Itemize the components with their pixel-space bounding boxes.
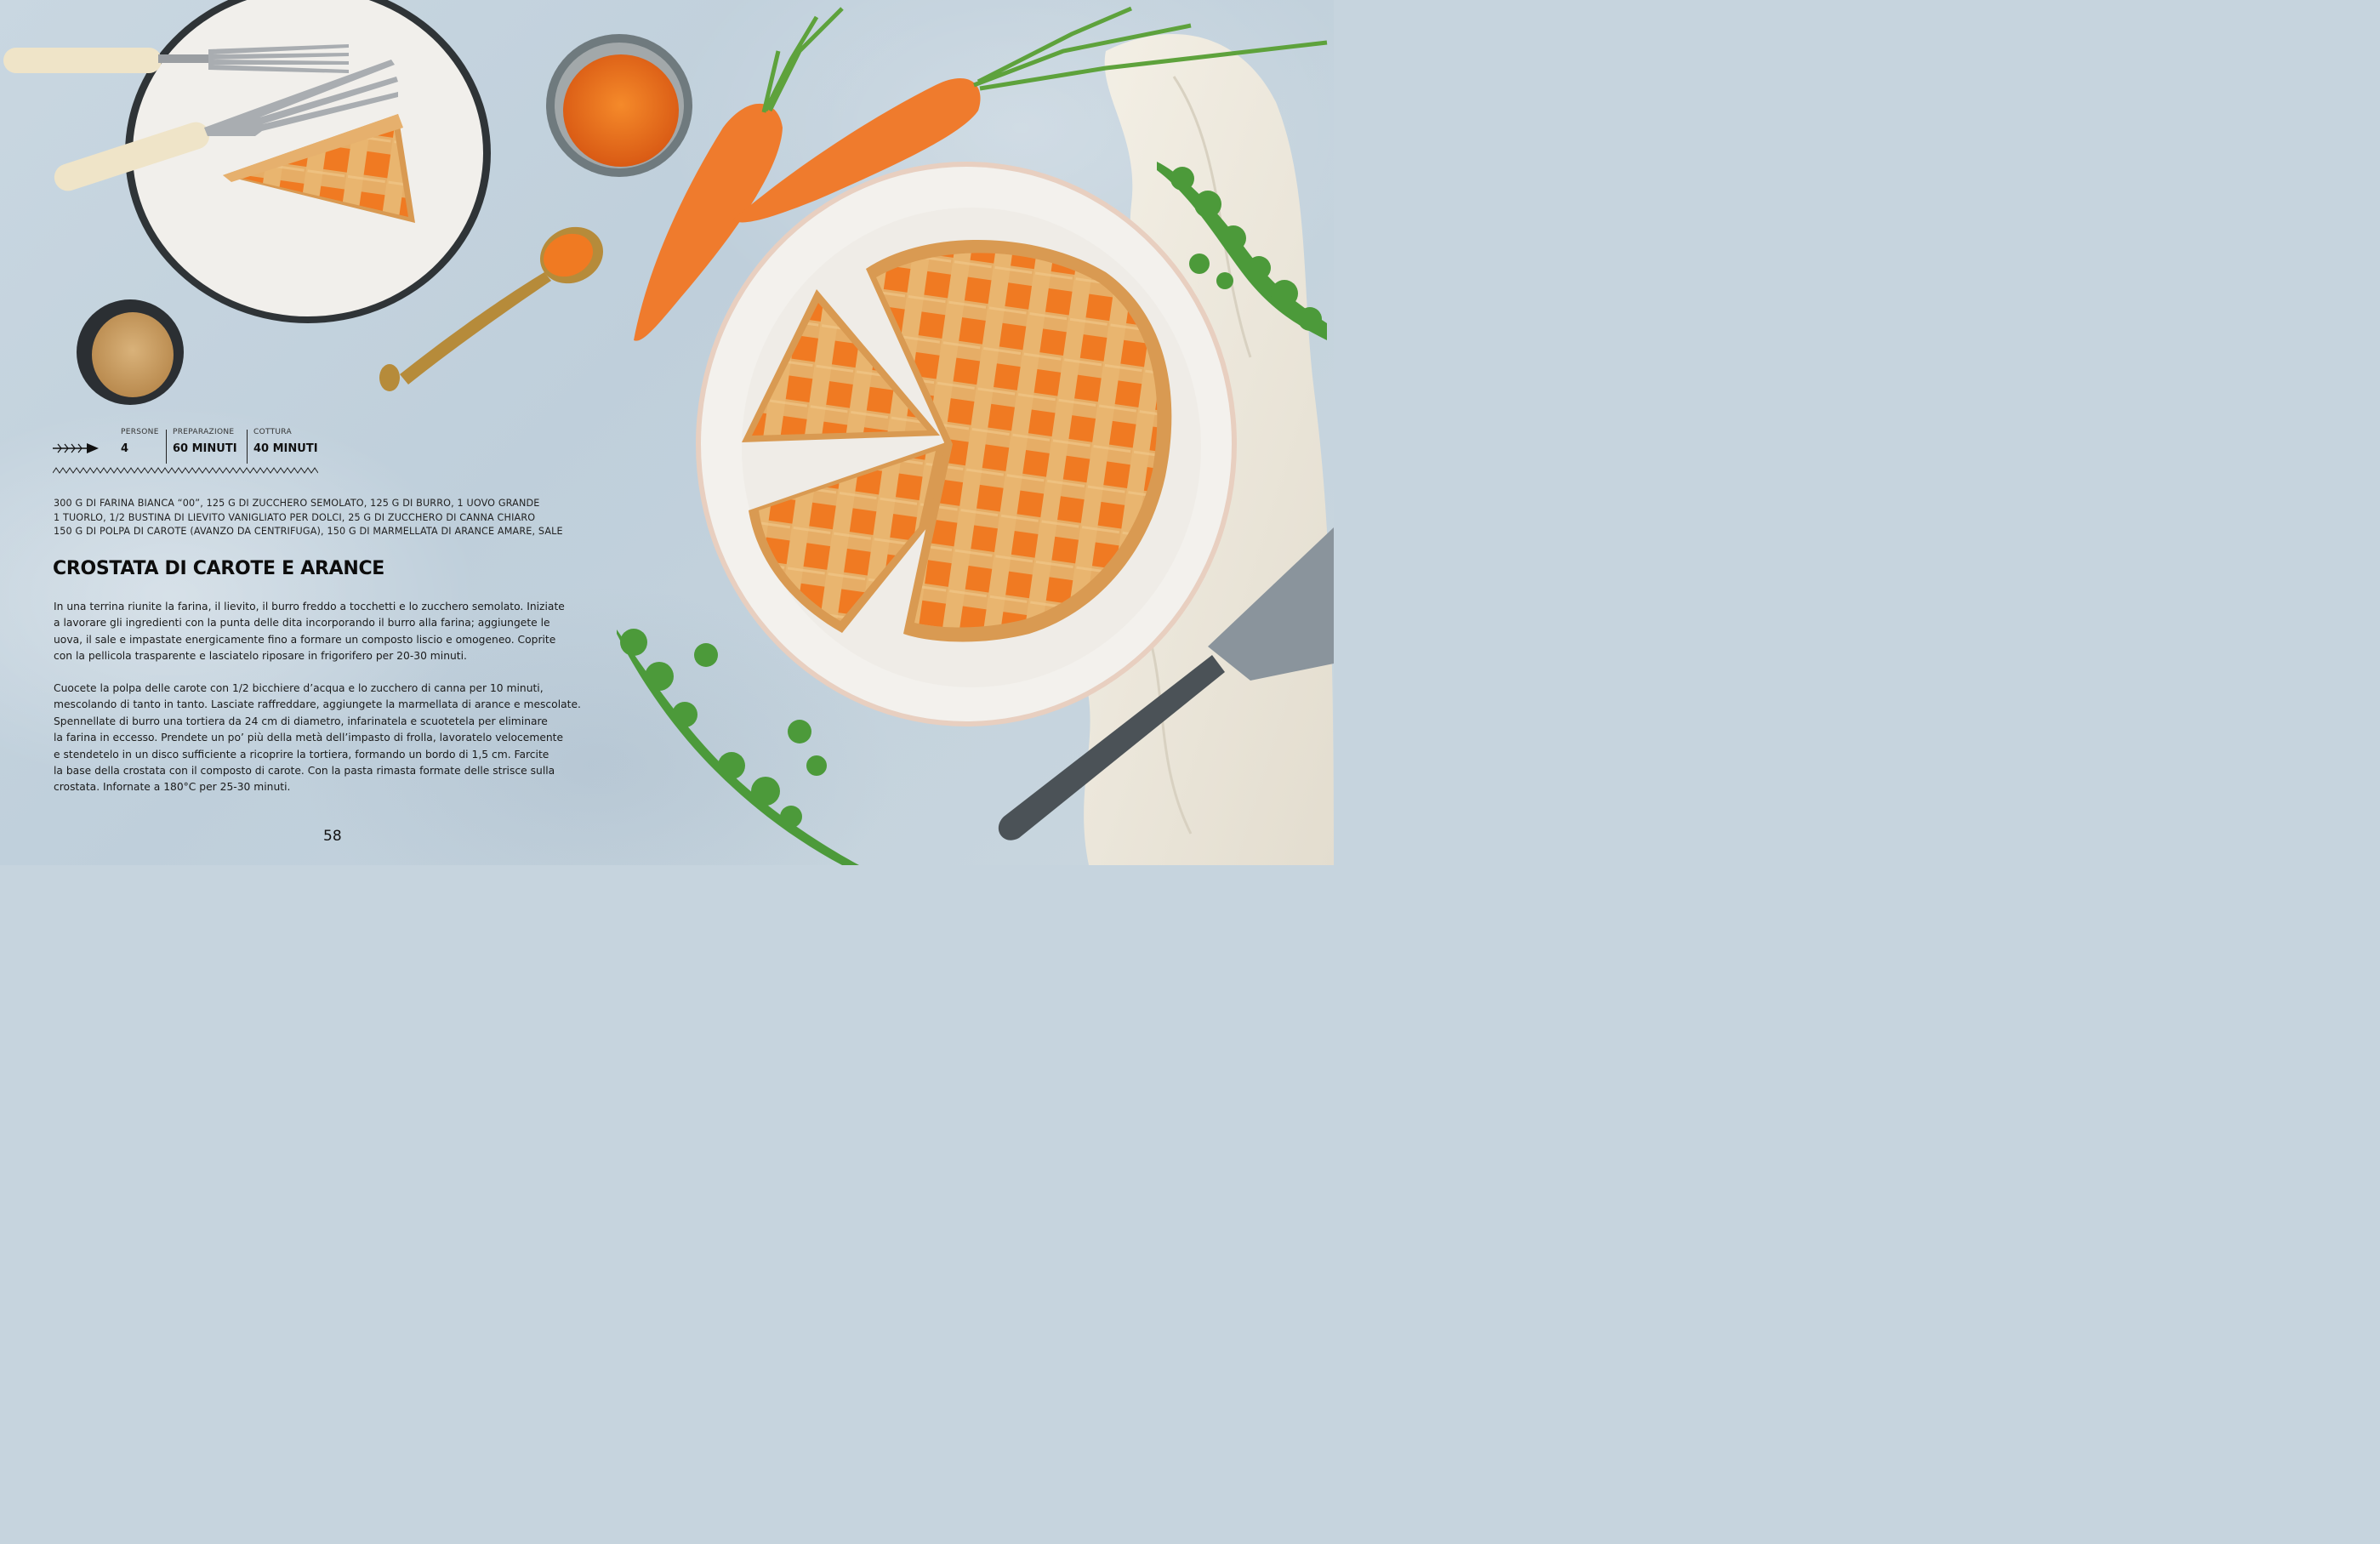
ingredients-line: 300 G DI FARINA BIANCA “00”, 125 G DI ZU… <box>54 498 540 509</box>
ingredients-list: 300 G DI FARINA BIANCA “00”, 125 G DI ZU… <box>54 497 641 539</box>
preparazione-value: 60 MINUTI <box>173 442 237 455</box>
meta-cottura: COTTURA 40 MINUTI <box>253 428 318 455</box>
zigzag-divider-icon <box>53 467 318 474</box>
cottura-label: COTTURA <box>253 428 292 436</box>
paragraph-line: e stendetelo in un disco sufficiente a r… <box>54 748 549 761</box>
paragraph-line: In una terrina riunite la farina, il lie… <box>54 601 565 612</box>
paragraph-line: uova, il sale e impastate energicamente … <box>54 633 556 646</box>
sugar-bowl <box>77 299 184 405</box>
page-number: 58 <box>323 828 342 845</box>
meta-preparazione: PREPARAZIONE 60 MINUTI <box>173 428 237 455</box>
meta-divider <box>166 430 167 464</box>
ingredients-line: 150 G DI POLPA DI CAROTE (AVANZO DA CENT… <box>54 526 563 537</box>
meta-persone: PERSONE 4 <box>121 428 159 455</box>
instructions-paragraph-2: Cuocete la polpa delle carote con 1/2 bi… <box>54 681 632 796</box>
paragraph-line: mescolando di tanto in tanto. Lasciate r… <box>54 698 581 711</box>
paragraph-line: Spennellate di burro una tortiera da 24 … <box>54 715 548 727</box>
paragraph-line: crostata. Infornate a 180°C per 25-30 mi… <box>54 781 291 794</box>
preparazione-label: PREPARAZIONE <box>173 428 235 436</box>
paragraph-line: con la pellicola trasparente e lasciatel… <box>54 650 467 663</box>
fishbone-arrow-icon <box>53 443 99 453</box>
recipe-title: CROSTATA DI CAROTE E ARANCE <box>53 558 385 579</box>
instructions-paragraph-1: In una terrina riunite la farina, il lie… <box>54 599 632 665</box>
cottura-value: 40 MINUTI <box>253 442 318 455</box>
persone-value: 4 <box>121 442 129 455</box>
paragraph-line: la base della crostata con il composto d… <box>54 765 555 778</box>
paragraph-line: Cuocete la polpa delle carote con 1/2 bi… <box>54 682 544 694</box>
meta-divider <box>247 430 248 464</box>
persone-label: PERSONE <box>121 428 159 436</box>
ingredients-line: 1 TUORLO, 1/2 BUSTINA DI LIEVITO VANIGLI… <box>54 511 536 523</box>
jam-bowl <box>546 34 692 177</box>
paragraph-line: la farina in eccesso. Prendete un po’ pi… <box>54 732 564 744</box>
paragraph-line: a lavorare gli ingredienti con la punta … <box>54 617 550 630</box>
